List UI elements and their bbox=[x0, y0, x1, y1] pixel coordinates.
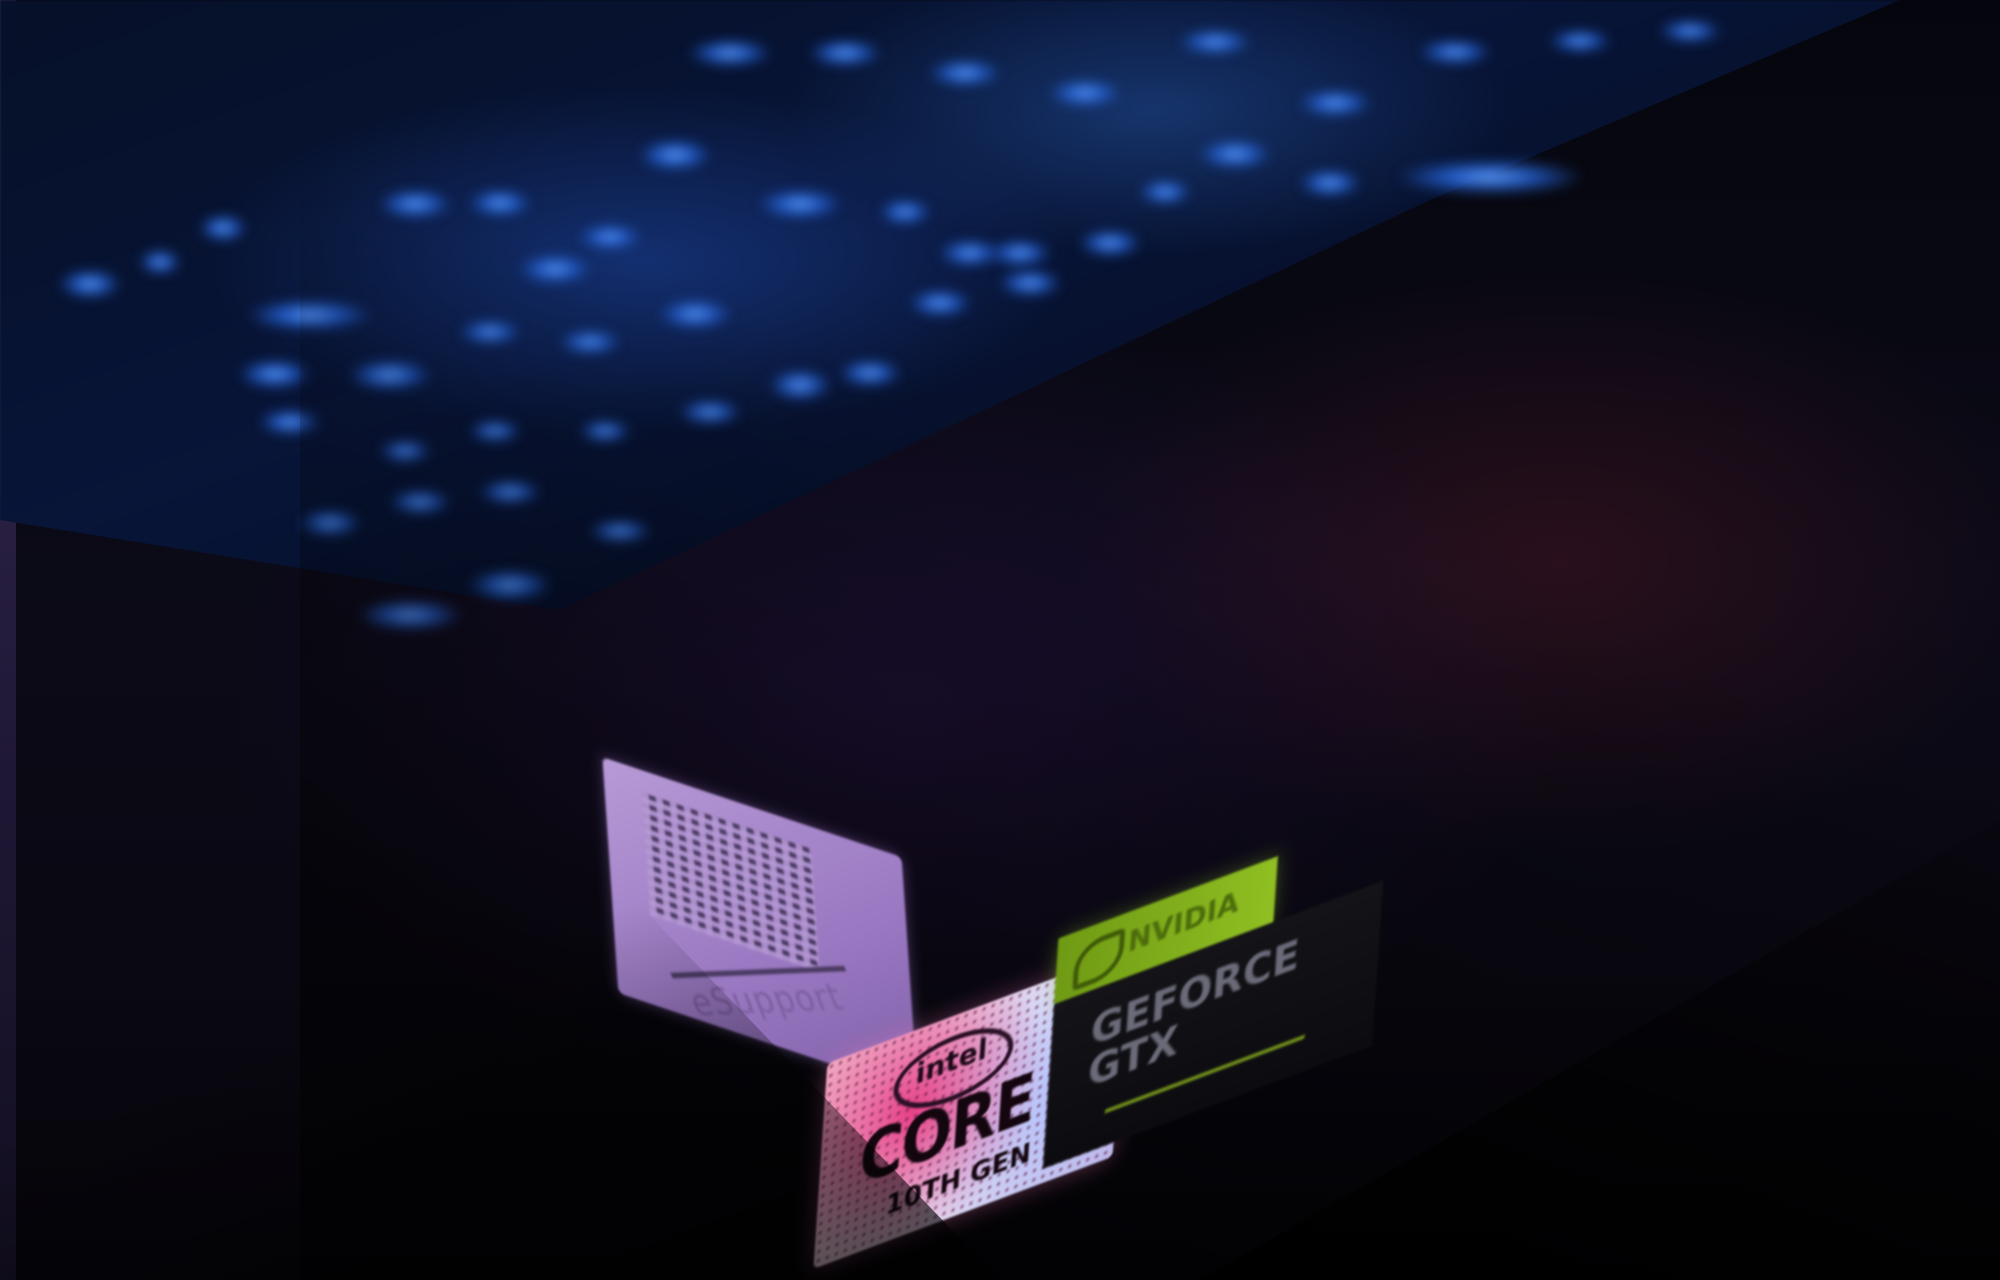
laptop-photo: eSupport intel CORE i7 10TH GEN NVIDIA G… bbox=[0, 0, 2000, 1280]
backlit-key bbox=[200, 215, 246, 241]
backlit-key bbox=[60, 270, 120, 298]
backlit-key bbox=[140, 250, 180, 274]
